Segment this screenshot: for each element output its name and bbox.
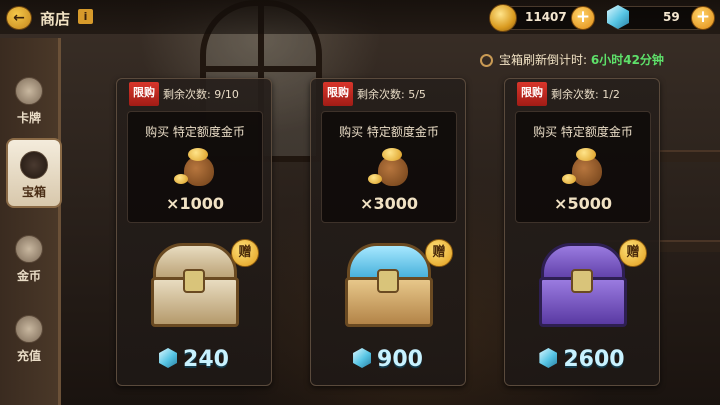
chest-offer-card[interactable]: 限购 剩余次数: 5/5 购买 特定额度金币 ×3000 赠 900	[310, 78, 466, 386]
gift-badge: 赠	[425, 239, 453, 267]
gold-counter: 11407 +	[489, 4, 595, 32]
gem-icon	[607, 5, 629, 29]
gold-amount: 11407	[525, 10, 567, 24]
sidebar: 卡牌 宝箱 金币 充值	[0, 38, 62, 405]
bonus-gold-panel: 购买 特定额度金币 ×5000	[515, 111, 651, 223]
remaining-count: 剩余次数: 5/5	[357, 88, 426, 101]
buy-button[interactable]: 900	[311, 347, 465, 372]
refresh-time: 6小时42分钟	[590, 53, 664, 67]
sidebar-item-gold[interactable]: 金币	[4, 220, 54, 290]
chest-refresh-timer: 宝箱刷新倒计时: 6小时42分钟	[480, 51, 664, 68]
gem-icon	[539, 348, 558, 368]
recharge-icon	[15, 315, 43, 343]
add-gold-button[interactable]: +	[571, 6, 595, 30]
amethyst-chest-icon	[535, 237, 627, 327]
buy-button[interactable]: 2600	[505, 347, 659, 372]
wooden-chest-icon	[147, 237, 239, 327]
chest-icon	[20, 151, 48, 179]
sidebar-item-label: 卡牌	[16, 111, 41, 125]
chest-offer-card[interactable]: 限购 剩余次数: 1/2 购买 特定额度金币 ×5000 赠 2600	[504, 78, 660, 386]
coin-icon	[15, 235, 43, 263]
gem-amount: 59	[663, 10, 680, 24]
top-bar: ← 商店 i 11407 + 59 +	[0, 0, 720, 34]
buy-button[interactable]: 240	[117, 347, 271, 372]
bonus-quantity: ×3000	[360, 194, 418, 213]
gold-coin-icon	[489, 4, 517, 32]
bonus-quantity: ×1000	[166, 194, 224, 213]
price-value: 240	[183, 347, 229, 372]
remaining-count: 剩余次数: 1/2	[551, 88, 620, 101]
chest-offer-card[interactable]: 限购 剩余次数: 9/10 购买 特定额度金币 ×1000 赠 240	[116, 78, 272, 386]
coin-bag-icon	[368, 148, 412, 188]
crystal-chest-icon	[341, 237, 433, 327]
info-icon[interactable]: i	[78, 9, 93, 24]
bonus-gold-panel: 购买 特定额度金币 ×3000	[321, 111, 457, 223]
limited-tag: 限购	[517, 82, 547, 106]
sidebar-item-cards[interactable]: 卡牌	[4, 62, 54, 132]
bonus-title: 购买 特定额度金币	[145, 125, 245, 139]
back-arrow-icon: ←	[13, 10, 25, 26]
refresh-label: 宝箱刷新倒计时:	[499, 53, 588, 67]
clock-icon	[480, 54, 493, 67]
gift-badge: 赠	[231, 239, 259, 267]
limited-tag: 限购	[129, 82, 159, 106]
sidebar-item-label: 充值	[16, 349, 41, 363]
add-gems-button[interactable]: +	[691, 6, 715, 30]
remaining-count: 剩余次数: 9/10	[163, 88, 239, 101]
bonus-quantity: ×5000	[554, 194, 612, 213]
sidebar-item-label: 宝箱	[21, 185, 46, 199]
price-value: 2600	[563, 347, 625, 372]
sidebar-item-label: 金币	[16, 269, 41, 283]
limited-tag: 限购	[323, 82, 353, 106]
coin-bag-icon	[174, 148, 218, 188]
cards-icon	[15, 77, 43, 105]
coin-bag-icon	[562, 148, 606, 188]
gem-counter: 59 +	[607, 5, 715, 30]
gem-icon	[159, 348, 178, 368]
gift-badge: 赠	[619, 239, 647, 267]
back-button[interactable]: ←	[6, 6, 32, 30]
bonus-title: 购买 特定额度金币	[339, 125, 439, 139]
gem-icon	[353, 348, 372, 368]
sidebar-item-recharge[interactable]: 充值	[4, 300, 54, 370]
page-title: 商店	[40, 10, 71, 28]
price-value: 900	[377, 347, 423, 372]
bonus-title: 购买 特定额度金币	[533, 125, 633, 139]
sidebar-item-chests[interactable]: 宝箱	[6, 138, 62, 208]
bonus-gold-panel: 购买 特定额度金币 ×1000	[127, 111, 263, 223]
